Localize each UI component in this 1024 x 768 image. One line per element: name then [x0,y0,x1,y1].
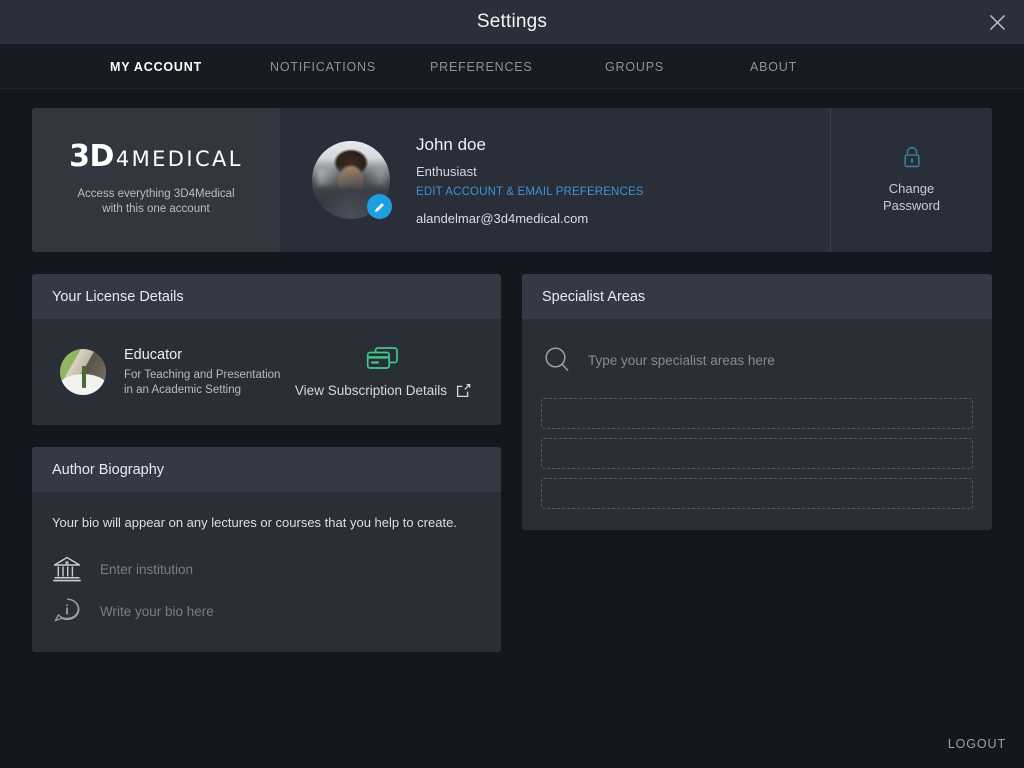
change-password-button[interactable]: Change Password [830,108,992,252]
specialist-slot[interactable] [541,478,973,509]
tab-groups[interactable]: GROUPS [605,60,750,74]
license-badge-icon [60,349,106,395]
biography-description: Your bio will appear on any lectures or … [52,515,457,530]
specialist-areas-card: Specialist Areas Type your specialist ar… [522,274,992,530]
tab-about[interactable]: ABOUT [750,60,797,74]
institution-placeholder: Enter institution [100,561,194,577]
brand-pane: 3D 4MEDICAL Access everything 3D4Medical… [32,108,280,252]
account-card: 3D 4MEDICAL Access everything 3D4Medical… [32,108,992,252]
profile-text-block: John doe Enthusiast EDIT ACCOUNT & EMAIL… [416,135,644,226]
bio-placeholder: Write your bio here [100,603,214,619]
license-text-block: Educator For Teaching and Presentation i… [124,347,280,398]
license-description-line2: in an Academic Setting [124,383,241,396]
logo-light-text: 4MEDICAL [115,147,243,171]
profile-email: alandelmar@3d4medical.com [416,210,589,226]
license-card-header: Your License Details [32,274,501,319]
license-description: For Teaching and Presentation in an Acad… [124,368,280,398]
license-name: Educator [124,346,183,363]
profile-pane: John doe Enthusiast EDIT ACCOUNT & EMAIL… [280,108,830,252]
specialist-card-body: Type your specialist areas here [522,319,992,530]
specialist-search-input[interactable]: Type your specialist areas here [541,341,973,379]
logo-bold-text: 3D [69,139,114,174]
lock-icon [903,146,920,168]
specialist-slots [541,398,973,509]
settings-content: 3D 4MEDICAL Access everything 3D4Medical… [0,89,1024,768]
external-link-icon [456,383,471,398]
view-subscription-details-label: View Subscription Details [294,383,447,398]
profile-role: Enthusiast [416,163,477,179]
cards-columns: Your License Details Educator For Teachi… [32,274,992,652]
author-biography-card: Author Biography Your bio will appear on… [32,447,501,652]
tab-notifications[interactable]: NOTIFICATIONS [270,60,430,74]
license-card-body: Educator For Teaching and Presentation i… [32,319,501,425]
view-subscription-details-row: View Subscription Details [295,383,471,398]
settings-tabbar: MY ACCOUNT NOTIFICATIONS PREFERENCES GRO… [0,45,1024,89]
brand-tagline-line2: with this one account [102,203,210,215]
pencil-icon [374,202,384,212]
specialist-slot[interactable] [541,398,973,429]
license-description-line1: For Teaching and Presentation [124,368,281,381]
credit-card-icon [367,347,399,369]
biography-card-header: Author Biography [32,447,501,492]
change-password-label: Change Password [883,180,940,214]
change-password-line2: Password [882,198,941,213]
edit-account-link[interactable]: EDIT ACCOUNT & EMAIL PREFERENCES [416,186,644,198]
tab-my-account[interactable]: MY ACCOUNT [110,60,270,74]
bio-field[interactable]: Write your bio here [52,594,481,628]
license-card-title: Your License Details [52,288,184,305]
right-column: Specialist Areas Type your specialist ar… [522,274,992,652]
specialist-card-title: Specialist Areas [542,288,646,305]
view-subscription-details-button[interactable]: View Subscription Details [295,346,481,398]
specialist-slot[interactable] [541,438,973,469]
brand-tagline-line1: Access everything 3D4Medical [77,188,235,200]
institution-field[interactable]: Enter institution [52,552,481,586]
specialist-card-header: Specialist Areas [522,274,992,319]
profile-name: John doe [416,134,486,154]
avatar-wrapper [312,141,392,219]
left-column: Your License Details Educator For Teachi… [32,274,501,652]
change-password-line1: Change [888,181,935,196]
institution-icon [53,556,81,582]
info-bubble-icon [54,598,80,622]
logout-button[interactable]: LOGOUT [948,737,1006,751]
biography-card-body: Your bio will appear on any lectures or … [32,492,501,652]
close-button[interactable] [980,5,1014,39]
window-titlebar: Settings [0,0,1024,45]
biography-card-title: Author Biography [52,461,165,478]
brand-tagline: Access everything 3D4Medical with this o… [77,187,234,217]
specialist-search-placeholder: Type your specialist areas here [588,352,775,368]
window-title: Settings [476,11,548,32]
search-icon [545,347,569,372]
3d4medical-logo: 3D 4MEDICAL [69,139,243,174]
edit-avatar-button[interactable] [367,194,392,219]
tab-preferences[interactable]: PREFERENCES [430,60,605,74]
license-details-card: Your License Details Educator For Teachi… [32,274,501,425]
close-icon [989,14,1005,30]
